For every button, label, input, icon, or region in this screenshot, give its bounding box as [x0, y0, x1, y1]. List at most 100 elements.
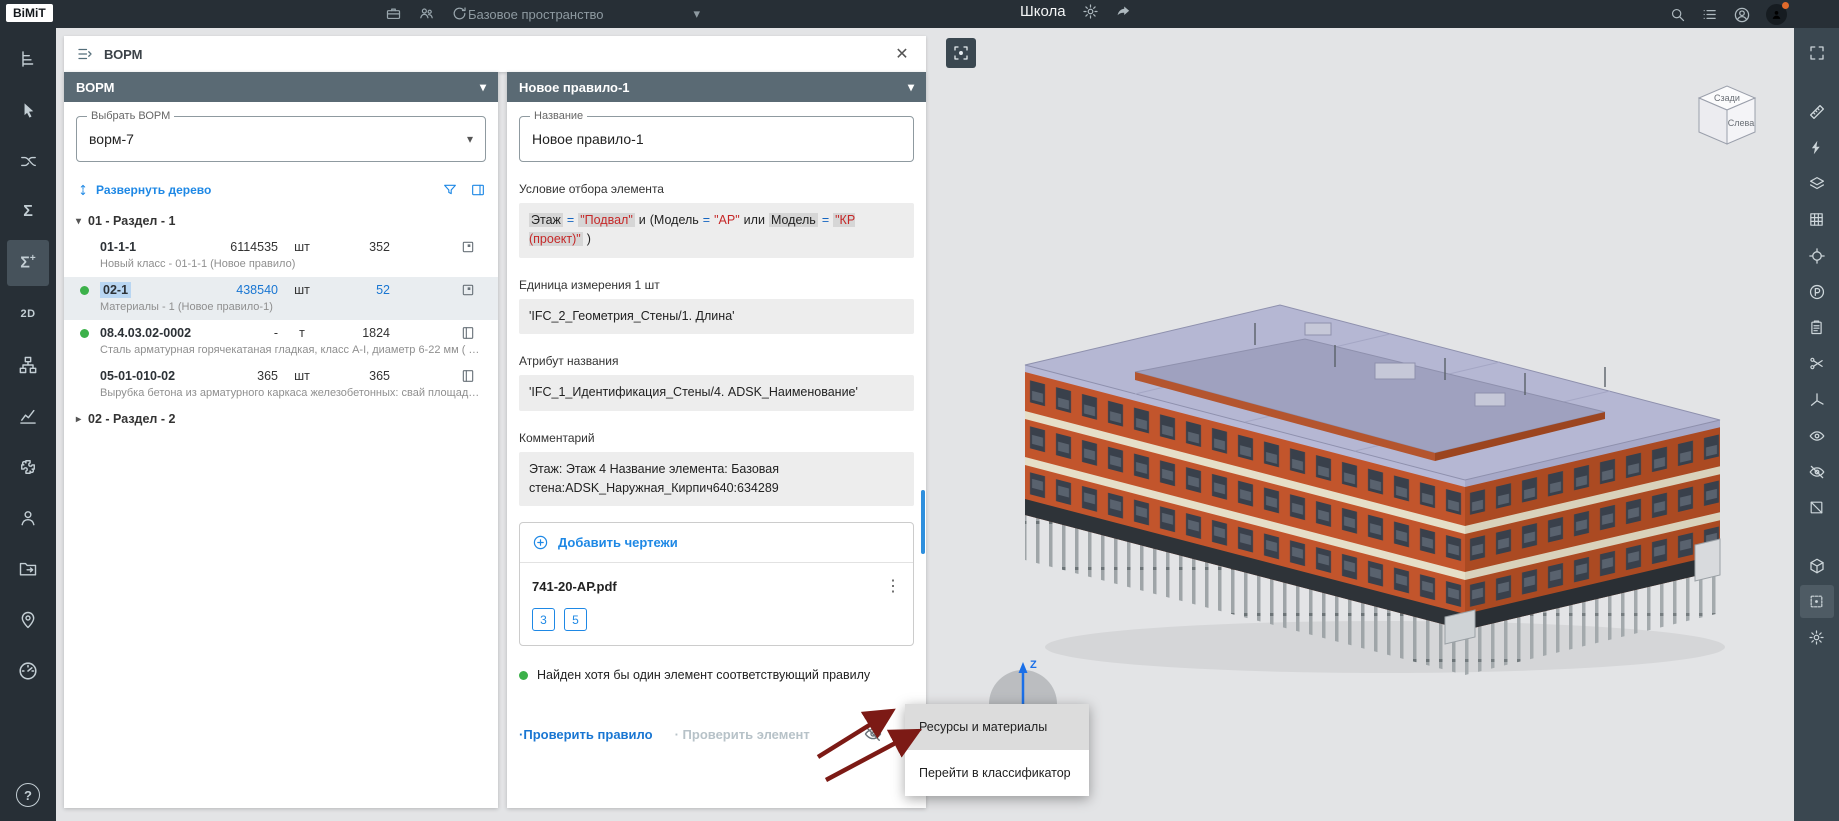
collapse-caret-icon[interactable]: ▾ — [908, 80, 914, 94]
properties-icon[interactable] — [1800, 275, 1834, 308]
layers-icon[interactable] — [1800, 167, 1834, 200]
status-dot — [519, 671, 528, 680]
collaboration-icon[interactable] — [418, 5, 435, 22]
check-element-button[interactable]: · Проверить элемент — [675, 727, 810, 742]
chevron-down-icon: ▾ — [694, 6, 701, 22]
expand-tree-link[interactable]: Развернуть дерево — [76, 183, 211, 197]
panel-layout-icon[interactable] — [470, 182, 486, 198]
tree-row-selected[interactable]: 02-1 438540 шт 52 Материалы - 1 (Новое п… — [64, 277, 498, 320]
tree-row[interactable]: 08.4.03.02-0002 - т 1824 Сталь арматурна… — [64, 320, 498, 363]
comment-label: Комментарий — [519, 431, 914, 445]
sync-icon[interactable] — [451, 5, 468, 22]
panel-menu-icon[interactable] — [76, 45, 94, 63]
tree-group-2[interactable]: ▸ 02 - Раздел - 2 — [64, 406, 498, 432]
vorm-section-title: ВОРМ — [76, 80, 115, 95]
rule-name-field: Название — [519, 116, 914, 162]
share-icon[interactable] — [1115, 3, 1132, 20]
rule-footer: ·Проверить правило · Проверить элемент ⋮ — [519, 724, 916, 744]
settings-icon[interactable] — [1800, 621, 1834, 654]
attribute-value: 'IFC_1_Идентификация_Стены/4. ADSK_Наиме… — [519, 375, 914, 410]
shuffle-icon[interactable] — [7, 138, 49, 184]
menu-item-classifier[interactable]: Перейти в классификатор — [905, 750, 1089, 796]
expand-icon[interactable] — [1800, 36, 1834, 69]
topbar-tools — [385, 5, 468, 22]
user-avatar[interactable] — [1766, 4, 1787, 25]
vorm-select-label: Выбрать ВОРМ — [87, 110, 174, 122]
gauge-icon[interactable] — [7, 648, 49, 694]
axes-icon[interactable] — [1800, 383, 1834, 416]
kebab-menu-icon[interactable]: ⋮ — [885, 576, 901, 596]
select-tool-icon[interactable] — [7, 87, 49, 133]
condition-label: Условие отбора элемента — [519, 182, 914, 196]
focus-icon — [952, 44, 970, 62]
collapse-caret-icon[interactable]: ▾ — [480, 80, 486, 94]
eye-icon[interactable] — [1800, 419, 1834, 452]
cube-face-top-label: Сзади — [1714, 93, 1740, 103]
rule-section-title: Новое правило-1 — [519, 80, 630, 95]
notification-badge — [1782, 2, 1789, 9]
locate-icon[interactable] — [1800, 239, 1834, 272]
status-text: Найден хотя бы один элемент соответствую… — [537, 668, 870, 682]
tree-row[interactable]: 05-01-010-02 365 шт 365 Вырубка бетона и… — [64, 363, 498, 406]
hierarchy-icon[interactable] — [7, 342, 49, 388]
attribute-label: Атрибут названия — [519, 354, 914, 368]
user-icon[interactable] — [7, 495, 49, 541]
class-icon[interactable] — [460, 239, 476, 255]
rule-panel: Новое правило-1 ▾ Название Условие отбор… — [507, 72, 926, 808]
puzzle-icon[interactable] — [7, 444, 49, 490]
menu-item-resources[interactable]: Ресурсы и материалы — [905, 704, 1089, 750]
add-drawings-button[interactable]: Добавить чертежи — [520, 523, 913, 563]
rule-name-input[interactable] — [532, 131, 901, 147]
isolate-icon[interactable] — [1800, 549, 1834, 582]
filter-icon[interactable] — [442, 182, 458, 198]
scrollbar-thumb[interactable] — [921, 490, 925, 554]
class-icon[interactable] — [460, 282, 476, 298]
check-rule-button[interactable]: ·Проверить правило — [519, 727, 653, 742]
toolbox-icon[interactable] — [385, 5, 402, 22]
chart-icon[interactable] — [7, 393, 49, 439]
sheet-chip[interactable]: 5 — [564, 608, 587, 631]
sigma-plus-icon[interactable]: Σ+ — [7, 240, 49, 286]
tree-group-1[interactable]: ▾ 01 - Раздел - 1 — [64, 208, 498, 234]
view-list-icon[interactable] — [1701, 6, 1718, 23]
eye-off-icon[interactable] — [863, 724, 883, 744]
material-icon[interactable] — [460, 368, 476, 384]
sigma-icon[interactable]: Σ — [7, 189, 49, 235]
tree-row[interactable]: 01-1-1 6114535 шт 352 Новый класс - 01-1… — [64, 234, 498, 277]
clipboard-icon[interactable] — [1800, 311, 1834, 344]
z-axis-label: Z — [1030, 659, 1037, 671]
sheet-chip[interactable]: 3 — [532, 608, 555, 631]
user-pin-icon[interactable] — [7, 597, 49, 643]
grid-icon[interactable] — [1800, 203, 1834, 236]
search-icon[interactable] — [1669, 6, 1686, 23]
material-icon[interactable] — [460, 325, 476, 341]
unit-value: 'IFC_2_Геометрия_Стены/1. Длина' — [519, 299, 914, 334]
clash-icon[interactable] — [1800, 131, 1834, 164]
space-selector[interactable]: Базовое пространство ▾ — [468, 6, 700, 22]
focus-model-button[interactable] — [946, 38, 976, 68]
rule-section-header: Новое правило-1 ▾ — [507, 72, 926, 102]
tree-open-caret-icon: ▾ — [76, 216, 81, 227]
unit-label: Единица измерения 1 шт — [519, 278, 914, 292]
select-box-icon[interactable] — [1800, 585, 1834, 618]
navigation-cube[interactable]: Сзади Слева — [1685, 74, 1769, 158]
gear-icon[interactable] — [1082, 3, 1099, 20]
plus-circle-icon — [532, 534, 549, 551]
close-icon[interactable]: ✕ — [890, 42, 914, 66]
account-icon[interactable] — [1733, 6, 1751, 24]
cube-face-side-label: Слева — [1728, 118, 1754, 128]
vorm-select[interactable]: Выбрать ВОРМ ворм-7 ▾ — [76, 116, 486, 162]
structure-tree-icon[interactable] — [7, 36, 49, 82]
measure-icon[interactable] — [1800, 95, 1834, 128]
window-title: ВОРМ — [104, 47, 143, 62]
section-icon[interactable] — [1800, 347, 1834, 380]
hide-box-icon[interactable] — [1800, 491, 1834, 524]
vorm-select-value: ворм-7 — [89, 131, 134, 147]
2d-icon[interactable]: 2D — [7, 291, 49, 337]
building-model — [1005, 245, 1765, 685]
drawing-file-name: 741-20-АР.pdf — [532, 579, 617, 594]
help-icon[interactable]: ? — [16, 783, 40, 807]
eye-off-icon[interactable] — [1800, 455, 1834, 488]
top-bar: BiMiT Базовое пространство ▾ Школа — [0, 0, 1839, 28]
folder-export-icon[interactable] — [7, 546, 49, 592]
